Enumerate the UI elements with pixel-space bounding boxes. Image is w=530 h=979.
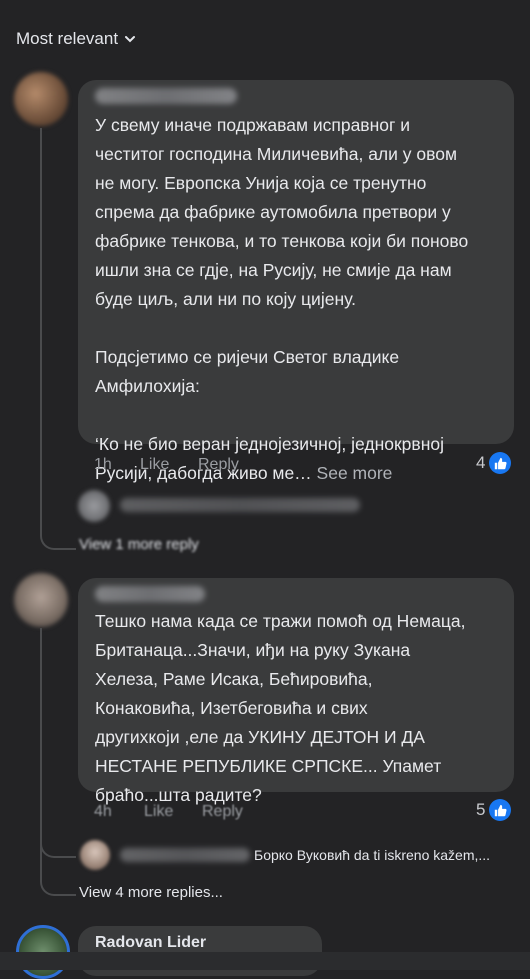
like-reaction-icon bbox=[489, 799, 512, 821]
thread-connector bbox=[40, 860, 76, 896]
comment-text: Тешко нама када се тражи помоћ од Немаца… bbox=[95, 611, 466, 805]
comment-actions: 4h Like Reply bbox=[94, 803, 394, 823]
reply-text: Борко Вуковић da ti iskreno kažem,... bbox=[254, 847, 491, 863]
like-button[interactable]: Like bbox=[140, 456, 169, 474]
reply-avatar[interactable] bbox=[80, 840, 110, 870]
reply-button[interactable]: Reply bbox=[198, 456, 239, 474]
thread-connector bbox=[40, 840, 76, 858]
comment-actions: 1h Like Reply bbox=[94, 456, 394, 476]
avatar[interactable] bbox=[14, 573, 68, 627]
reply-author[interactable] bbox=[120, 848, 250, 862]
sort-label: Most relevant bbox=[16, 29, 119, 48]
reaction-count[interactable]: 4 bbox=[476, 452, 512, 474]
sort-dropdown[interactable]: Most relevant bbox=[16, 29, 136, 49]
thread-connector bbox=[40, 500, 76, 550]
view-more-replies-link[interactable]: View 1 more reply bbox=[79, 536, 199, 553]
view-more-replies-link[interactable]: View 4 more replies... bbox=[79, 884, 223, 901]
comment-author[interactable] bbox=[95, 586, 205, 602]
reply-avatar[interactable] bbox=[78, 490, 110, 522]
reaction-count[interactable]: 5 bbox=[476, 799, 512, 821]
comment-author[interactable] bbox=[95, 88, 237, 104]
comment-time: 1h bbox=[94, 456, 112, 473]
avatar[interactable] bbox=[14, 72, 68, 126]
reply-button[interactable]: Reply bbox=[202, 803, 243, 821]
chevron-down-icon bbox=[125, 36, 136, 43]
comment-author[interactable]: Radovan Lider bbox=[95, 934, 206, 952]
reply-author[interactable] bbox=[120, 498, 360, 512]
like-button[interactable]: Like bbox=[144, 803, 173, 821]
thread-line bbox=[40, 128, 42, 533]
comment-text: У свему иначе подржавам исправног и чест… bbox=[95, 115, 469, 483]
like-reaction-icon bbox=[489, 452, 512, 474]
comment-composer-bar[interactable] bbox=[0, 952, 530, 970]
comment-time: 4h bbox=[94, 803, 112, 820]
